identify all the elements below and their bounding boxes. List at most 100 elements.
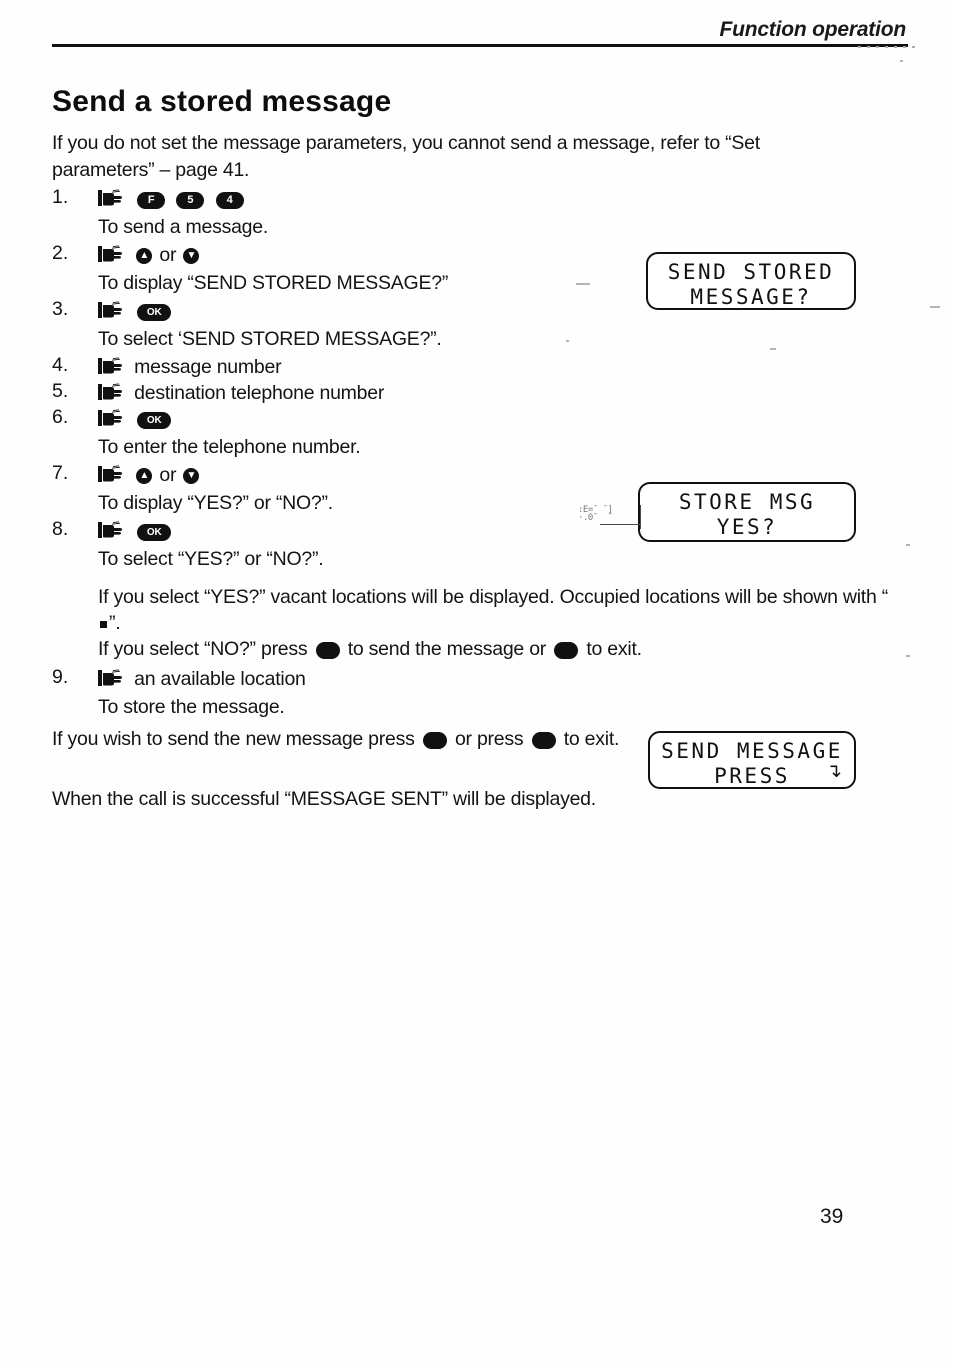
step-item: 5. destination telephone number — [52, 380, 652, 406]
page-number: 39 — [820, 1205, 844, 1228]
step-number: 1. — [52, 186, 69, 208]
lcd-line-1: SEND STORED — [667, 260, 835, 284]
page-title: Send a stored message — [52, 85, 392, 118]
step-action: OK — [98, 298, 652, 324]
key-ok[interactable]: OK — [137, 412, 172, 429]
intro-paragraph: If you do not set the message parameters… — [52, 132, 760, 181]
key-4[interactable]: 4 — [215, 192, 244, 209]
key-ok[interactable]: OK — [137, 524, 172, 541]
conjunction-or: or — [159, 244, 177, 266]
lcd-line-1: STORE MSG — [678, 490, 816, 514]
step-description: To select “YES?” or “NO?”. — [98, 548, 324, 570]
step-label: destination telephone number — [134, 382, 385, 404]
step-action: ▲ or ▼ — [98, 242, 652, 268]
step-number: 7. — [52, 462, 69, 484]
step-description: To display “SEND STORED MESSAGE?” — [98, 272, 449, 294]
step-label: message number — [134, 356, 282, 378]
key-f[interactable]: F — [137, 192, 166, 209]
key-send[interactable] — [315, 642, 340, 659]
lcd-line-2: PRESS — [714, 764, 790, 788]
header-rule — [52, 44, 908, 47]
key-send[interactable] — [422, 732, 447, 749]
pointing-hand-icon — [98, 521, 124, 540]
leader-line-vertical — [640, 505, 641, 529]
step-item: 3. OK To select ‘SEND STORED MESSAGE?”. — [52, 298, 652, 354]
step-action: ▲ or ▼ — [98, 462, 652, 488]
step-number: 6. — [52, 406, 69, 428]
step-list: 1. F 5 4 To send a message. 2. ▲ or ▼ To… — [52, 186, 888, 722]
conjunction-or: or — [159, 464, 177, 486]
pointing-hand-icon — [98, 465, 124, 484]
tail-text-after: to exit. — [558, 728, 620, 750]
return-arrow-icon: ↴ — [826, 760, 842, 782]
closing-paragraph-send-new: If you wish to send the new message pres… — [52, 726, 652, 753]
step-item: 4. message number — [52, 354, 652, 380]
scan-speck — [906, 655, 910, 657]
step-number: 9. — [52, 666, 69, 688]
key-scroll-up[interactable]: ▲ — [136, 248, 153, 264]
step-number: 8. — [52, 518, 69, 540]
pointing-hand-icon — [98, 383, 124, 402]
note-text-mid: to send the message or — [342, 638, 552, 660]
step-item: 2. ▲ or ▼ To display “SEND STORED MESSAG… — [52, 242, 652, 298]
step-description: To send a message. — [98, 216, 269, 238]
lcd-line-1: SEND MESSAGE — [661, 739, 843, 763]
key-exit[interactable] — [531, 732, 556, 749]
step-description: To store the message. — [98, 696, 285, 718]
step-note-vacant-locations: If you select “YES?” vacant locations wi… — [98, 584, 888, 636]
note-text-before: If you select “NO?” press — [98, 638, 313, 660]
key-scroll-down[interactable]: ▼ — [183, 468, 200, 484]
scan-speck — [930, 306, 940, 308]
key-exit[interactable] — [554, 642, 579, 659]
closing-paragraph-message-sent: When the call is successful “MESSAGE SEN… — [52, 788, 596, 810]
occupied-location-block-icon — [100, 621, 107, 628]
step-number: 4. — [52, 354, 69, 376]
step-item: 7. ▲ or ▼ To display “YES?” or “NO?”. — [52, 462, 652, 518]
lcd-display-send-stored-message: SEND STORED MESSAGE? — [646, 252, 856, 310]
pointing-hand-icon — [98, 245, 124, 264]
step-label: an available location — [134, 668, 306, 690]
tail-text-mid: or press — [449, 728, 529, 750]
page-header: Function operation — [52, 18, 908, 47]
note-text-after: ”. — [109, 612, 121, 634]
step-number: 3. — [52, 298, 69, 320]
scan-speck — [906, 544, 910, 546]
note-text-before: If you select “YES?” vacant locations wi… — [98, 586, 888, 608]
step-description: To display “YES?” or “NO?”. — [98, 492, 333, 514]
note-text-after: to exit. — [581, 638, 642, 660]
scan-speck — [566, 340, 569, 342]
leader-line — [600, 524, 640, 525]
key-5[interactable]: 5 — [176, 192, 205, 209]
step-action: OK — [98, 518, 652, 544]
step-action: F 5 4 — [98, 186, 652, 212]
scan-speck — [576, 283, 590, 285]
step-item: 6. OK To enter the telephone number. — [52, 406, 652, 462]
pointing-hand-icon — [98, 357, 124, 376]
step-action: message number — [98, 354, 652, 380]
step-item: 1. F 5 4 To send a message. — [52, 186, 652, 242]
lcd-line-2: YES? — [716, 515, 778, 539]
lcd-display-send-message-press: SEND MESSAGE PRESS ↴ — [648, 731, 856, 789]
step-action: destination telephone number — [98, 380, 652, 406]
step-action: an available location — [98, 666, 652, 692]
key-scroll-down[interactable]: ▼ — [183, 248, 200, 264]
step-item: 8. OK To select “YES?” or “NO?”. If you … — [52, 518, 888, 662]
header-rule-fade-artifact — [858, 46, 916, 48]
pointing-hand-icon — [98, 189, 124, 208]
pointing-hand-icon — [98, 669, 124, 688]
scan-artifact-text: :E=¯ ¯] ·.0¯ ¯ — [578, 505, 613, 523]
key-ok[interactable]: OK — [137, 304, 172, 321]
pointing-hand-icon — [98, 409, 124, 428]
step-note-no-option: If you select “NO?” press to send the me… — [98, 636, 888, 662]
step-number: 2. — [52, 242, 69, 264]
header-title: Function operation — [719, 18, 906, 41]
lcd-line-2: MESSAGE? — [690, 285, 812, 309]
tail-text-before: If you wish to send the new message pres… — [52, 728, 420, 750]
scan-speck — [900, 60, 903, 62]
step-description: To enter the telephone number. — [98, 436, 361, 458]
step-action: OK — [98, 406, 652, 432]
scan-speck — [770, 348, 776, 350]
step-item: 9. an available location To store the me… — [52, 666, 652, 722]
step-number: 5. — [52, 380, 69, 402]
key-scroll-up[interactable]: ▲ — [136, 468, 153, 484]
